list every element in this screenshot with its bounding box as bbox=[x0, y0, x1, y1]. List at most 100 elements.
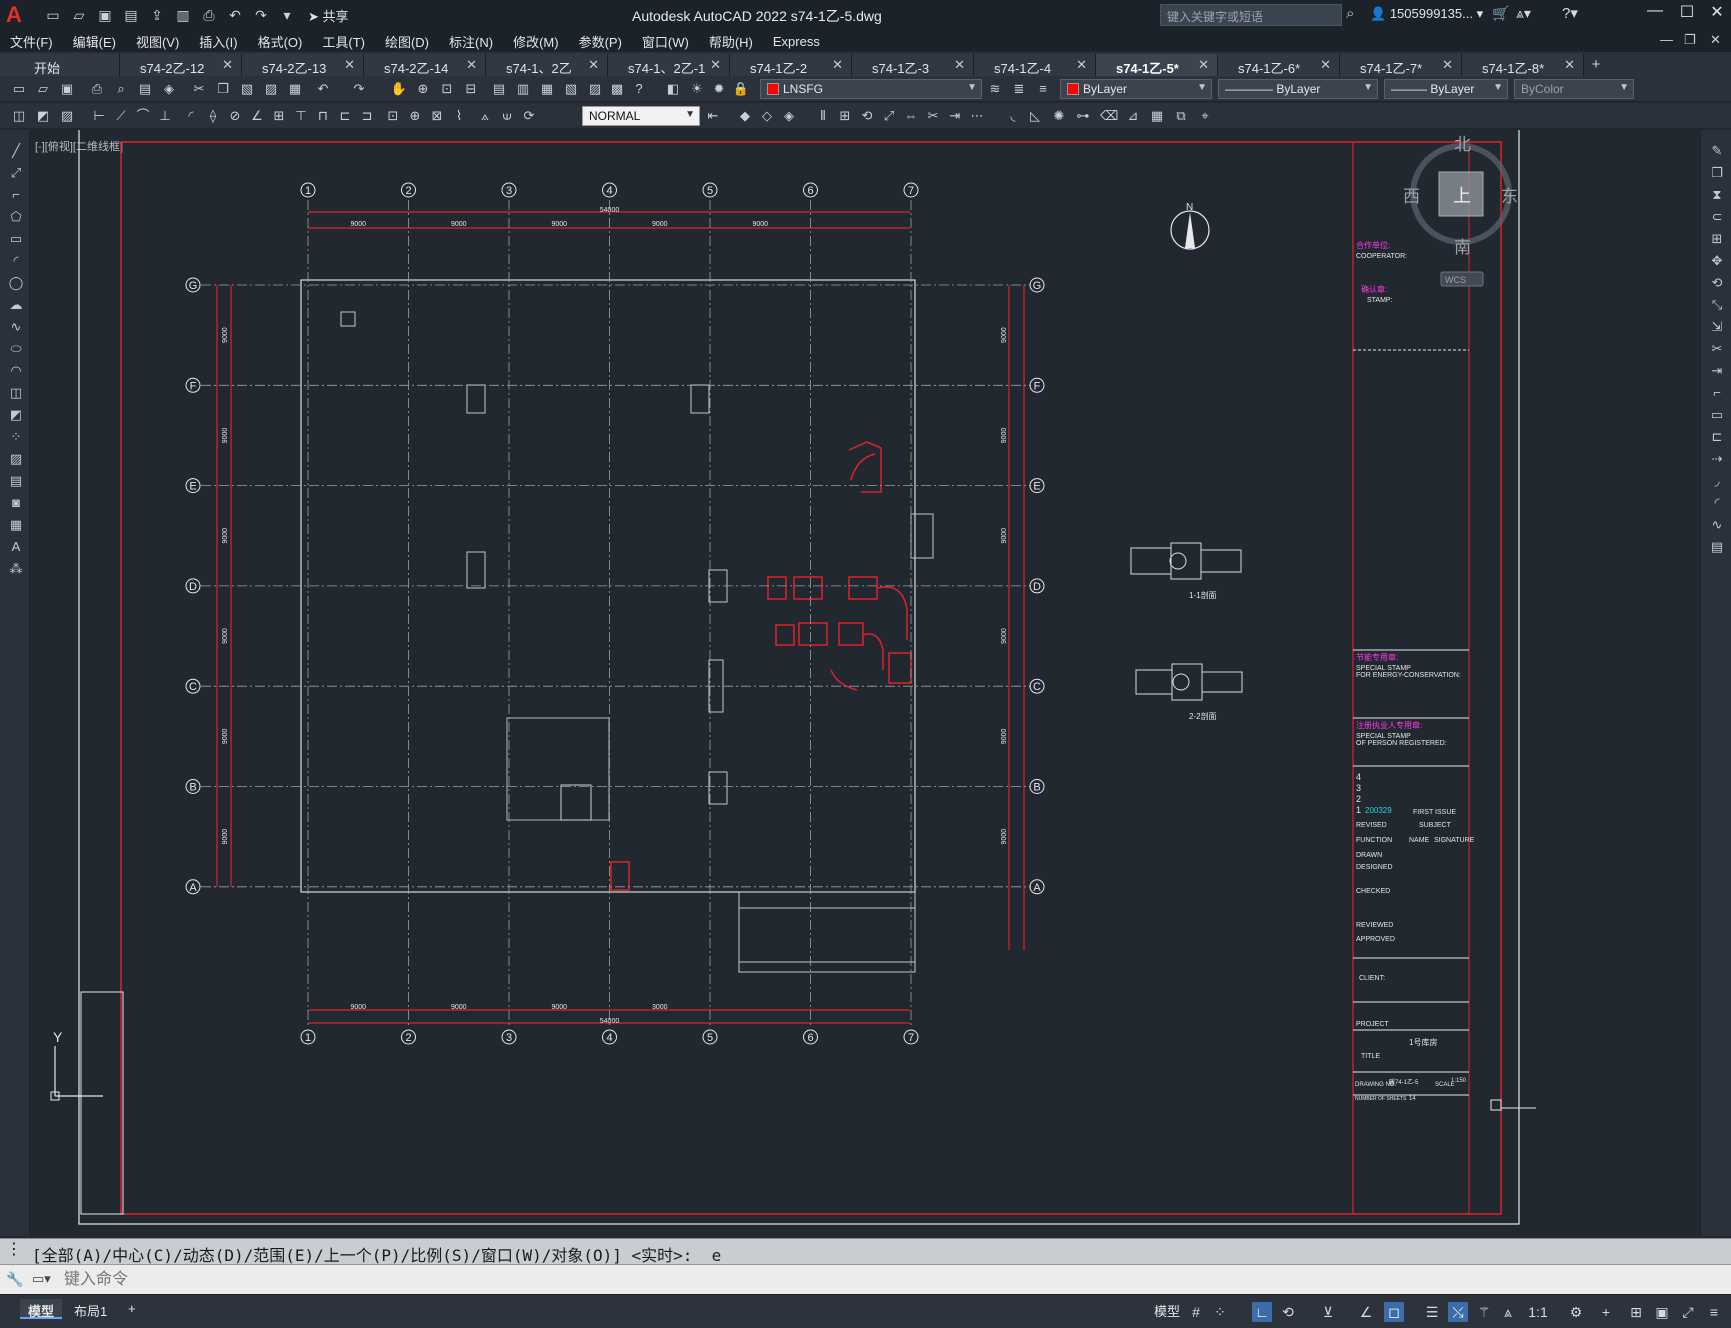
blend-icon[interactable]: ◜ bbox=[1708, 494, 1726, 512]
stretch-icon[interactable]: ⇲ bbox=[1708, 318, 1726, 336]
calculator-icon[interactable]: ▩ bbox=[608, 80, 626, 98]
color-select[interactable]: ByLayer ▼ bbox=[1060, 79, 1212, 99]
chamfer-icon[interactable]: ⇢ bbox=[1708, 450, 1726, 468]
fillet-icon[interactable]: ◟ bbox=[1004, 107, 1022, 125]
close-tab-icon[interactable]: ✕ bbox=[832, 57, 843, 73]
annotation-autoscale-icon[interactable]: ⩓ bbox=[1498, 1302, 1518, 1322]
continue-dim-icon[interactable]: ⊓ bbox=[314, 107, 332, 125]
menu-tools[interactable]: 工具(T) bbox=[312, 32, 375, 51]
lineweight-select[interactable]: ——— ByLayer ▼ bbox=[1384, 79, 1508, 99]
point-icon[interactable]: ⁘ bbox=[7, 428, 25, 446]
angular-dim-icon[interactable]: ∠ bbox=[248, 107, 266, 125]
circle-icon[interactable]: ◯ bbox=[7, 274, 25, 292]
customization-menu-icon[interactable]: ≡ bbox=[1704, 1302, 1724, 1322]
quick-dim-icon[interactable]: ⊞ bbox=[270, 107, 288, 125]
layer-lock-icon[interactable]: 🔒 bbox=[732, 80, 750, 98]
new-icon[interactable]: ▭ bbox=[10, 80, 28, 98]
cut-icon[interactable]: ✂ bbox=[190, 80, 208, 98]
minimize-icon[interactable]: — bbox=[1640, 2, 1670, 20]
copy-obj-icon[interactable]: ❐ bbox=[1708, 164, 1726, 182]
markup-icon[interactable]: ▨ bbox=[586, 80, 604, 98]
spline-icon[interactable]: ∿ bbox=[7, 318, 25, 336]
add-layout-icon[interactable]: + bbox=[120, 1299, 144, 1319]
scale-icon[interactable]: ⤢ bbox=[880, 107, 898, 125]
space-dim-icon[interactable]: ⊏ bbox=[336, 107, 354, 125]
menu-format[interactable]: 格式(O) bbox=[248, 32, 313, 51]
drawing-canvas[interactable]: 11223344556677G GF FE ED DC CB BA A 9000 9000 900… bbox=[31, 130, 1699, 1236]
chamfer-icon[interactable]: ◺ bbox=[1026, 107, 1044, 125]
command-grip-icon[interactable]: ⋮ bbox=[6, 1239, 22, 1259]
tab-file[interactable]: s74-2乙-14 ✕ bbox=[364, 54, 486, 76]
viewcube-east[interactable]: 东 bbox=[1501, 187, 1518, 206]
linear-dim-icon[interactable]: ⊢ bbox=[90, 107, 108, 125]
doc-close-icon[interactable]: ✕ bbox=[1710, 32, 1721, 48]
close-tab-icon[interactable]: ✕ bbox=[344, 57, 355, 73]
polar-icon[interactable]: ⟲ bbox=[1278, 1302, 1298, 1322]
mirror-icon[interactable]: ◈ bbox=[780, 107, 798, 125]
tab-file[interactable]: s74-2乙-13 ✕ bbox=[242, 54, 364, 76]
user-account-button[interactable]: 👤 1505999135... ▾ bbox=[1370, 6, 1483, 22]
trim-icon[interactable]: ✂ bbox=[924, 107, 942, 125]
erase-icon[interactable]: ⌫ bbox=[1100, 107, 1118, 125]
aligned-dim-icon[interactable]: ⟋ bbox=[112, 107, 130, 125]
wcs-menu[interactable]: WCS bbox=[1445, 275, 1466, 285]
scale-icon[interactable]: ⤡ bbox=[1708, 296, 1726, 314]
break-icon[interactable]: ⋯ bbox=[968, 107, 986, 125]
design-center-icon[interactable]: ▥ bbox=[514, 80, 532, 98]
array-icon[interactable]: ⊞ bbox=[836, 107, 854, 125]
new-tab-icon[interactable]: + bbox=[1584, 56, 1608, 76]
edit-polyline-icon[interactable]: ▤ bbox=[1708, 538, 1726, 556]
menu-insert[interactable]: 插入(I) bbox=[189, 32, 247, 51]
print-icon[interactable]: ⎙ bbox=[198, 4, 220, 26]
menu-modify[interactable]: 修改(M) bbox=[503, 32, 569, 51]
viewcube-south[interactable]: 南 bbox=[1454, 238, 1471, 257]
properties-panel-icon[interactable]: ▦ bbox=[1148, 107, 1166, 125]
tab-file[interactable]: s74-1乙-8* ✕ bbox=[1462, 54, 1584, 76]
save-icon[interactable]: ▣ bbox=[94, 4, 116, 26]
tab-file[interactable]: s74-1乙-3 ✕ bbox=[852, 54, 974, 76]
close-tab-icon[interactable]: ✕ bbox=[954, 57, 965, 73]
block-editor-icon[interactable]: ▦ bbox=[286, 80, 304, 98]
diameter-dim-icon[interactable]: ⊘ bbox=[226, 107, 244, 125]
mirror-icon[interactable]: ⧗ bbox=[1708, 186, 1726, 204]
publish-icon[interactable]: ▤ bbox=[136, 80, 154, 98]
tab-model[interactable]: 模型 bbox=[20, 1299, 63, 1319]
explode-icon[interactable]: ✺ bbox=[1050, 107, 1068, 125]
menu-draw[interactable]: 绘图(D) bbox=[375, 32, 439, 51]
tab-start[interactable]: 开始 bbox=[0, 54, 120, 76]
plot-preview-icon[interactable]: ⌕ bbox=[112, 80, 130, 98]
new-file-icon[interactable]: ▭ bbox=[42, 4, 64, 26]
grid-icon[interactable]: # bbox=[1186, 1302, 1206, 1322]
copy-icon[interactable]: ❐ bbox=[214, 80, 232, 98]
polygon-icon[interactable]: ⬠ bbox=[7, 208, 25, 226]
rotate-icon[interactable]: ⟲ bbox=[858, 107, 876, 125]
table-icon[interactable]: ▦ bbox=[7, 516, 25, 534]
clean-screen-icon[interactable]: ⤢ bbox=[1678, 1302, 1698, 1322]
menu-edit[interactable]: 编辑(E) bbox=[63, 32, 126, 51]
tab-file[interactable]: s74-1乙-6* ✕ bbox=[1218, 54, 1340, 76]
layer-match-icon[interactable]: ≡ bbox=[1034, 80, 1052, 98]
add-selected-icon[interactable]: ⁂ bbox=[7, 560, 25, 578]
tab-file[interactable]: s74-1乙-2 ✕ bbox=[730, 54, 852, 76]
layer-walk-icon[interactable]: ⧉ bbox=[1172, 107, 1190, 125]
menu-window[interactable]: 窗口(W) bbox=[632, 32, 699, 51]
doc-minimize-icon[interactable]: — bbox=[1660, 32, 1673, 47]
tab-file[interactable]: s74-1、2乙 ✕ bbox=[486, 54, 608, 76]
autocad-logo-icon[interactable]: A bbox=[0, 0, 28, 30]
share-button[interactable]: ➤ 共享 bbox=[308, 6, 349, 25]
object-snap-icon[interactable]: ◻ bbox=[1384, 1302, 1404, 1322]
trim-icon[interactable]: ✂ bbox=[1708, 340, 1726, 358]
menu-dimension[interactable]: 标注(N) bbox=[439, 32, 503, 51]
open-icon[interactable]: ▱ bbox=[34, 80, 52, 98]
autodesk-app-icon[interactable]: ⩓▾ bbox=[1516, 5, 1531, 22]
annotation-monitor-icon[interactable]: + bbox=[1596, 1302, 1616, 1322]
dimstyle-select[interactable]: NORMAL ▼ bbox=[582, 106, 700, 126]
tab-layout1[interactable]: 布局1 bbox=[66, 1299, 115, 1319]
tolerance-icon[interactable]: ⊡ bbox=[384, 107, 402, 125]
dim-edit-icon[interactable]: ⟑ bbox=[476, 107, 494, 125]
layer-state-icon[interactable]: ☀ bbox=[688, 80, 706, 98]
isodraft-icon[interactable]: ⊻ bbox=[1318, 1302, 1338, 1322]
menu-express[interactable]: Express bbox=[763, 34, 830, 49]
hardware-acceleration-icon[interactable]: ▣ bbox=[1652, 1302, 1672, 1322]
stretch-icon[interactable]: ⇔ bbox=[902, 107, 920, 125]
